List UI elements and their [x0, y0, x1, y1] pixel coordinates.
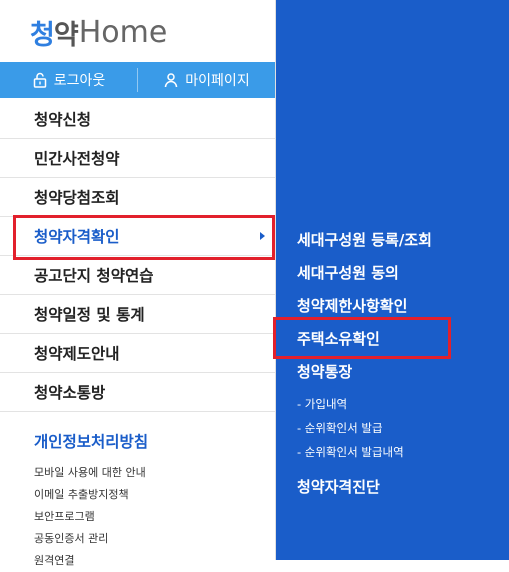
menu-item-label: 민간사전청약 [34, 150, 120, 168]
submenu-subitem-rank-certificate[interactable]: - 순위확인서 발급 [297, 420, 383, 436]
account-bar: 로그아웃 마이페이지 [0, 62, 275, 98]
mypage-button[interactable]: 마이페이지 [138, 62, 275, 98]
footer-link-security-program[interactable]: 보안프로그램 [34, 506, 146, 528]
menu-item-community[interactable]: 청약소통방 [0, 373, 275, 412]
menu-item-label: 청약신청 [34, 111, 92, 129]
unlock-icon [33, 72, 46, 88]
mypage-label: 마이페이지 [185, 73, 250, 89]
menu-item-schedule-stats[interactable]: 청약일정 및 통계 [0, 295, 275, 334]
menu-item-label: 공고단지 청약연습 [34, 267, 154, 285]
logo-text-yak: 약 [53, 19, 79, 51]
submenu-item-restriction-check[interactable]: 청약제한사항확인 [297, 295, 407, 316]
logout-label: 로그아웃 [53, 73, 106, 89]
menu-item-eligibility-check[interactable]: 청약자격확인 [0, 217, 275, 256]
menu-item-label: 청약제도안내 [34, 345, 120, 363]
logout-button[interactable]: 로그아웃 [0, 62, 137, 98]
user-icon [165, 73, 178, 88]
menu-item-winning-lookup[interactable]: 청약당첨조회 [0, 178, 275, 217]
menu-item-apply[interactable]: 청약신청 [0, 100, 275, 139]
submenu-item-eligibility-diagnosis[interactable]: 청약자격진단 [297, 476, 380, 497]
submenu-item-household-consent[interactable]: 세대구성원 동의 [297, 262, 399, 283]
caret-right-icon [260, 232, 265, 240]
logo-text-cheong: 청 [30, 19, 55, 51]
menu-item-label: 청약당첨조회 [34, 189, 120, 207]
footer-links: 모바일 사용에 대한 안내 이메일 추출방지정책 보안프로그램 공동인증서 관리… [34, 462, 146, 572]
footer-link-mobile-guide[interactable]: 모바일 사용에 대한 안내 [34, 462, 146, 484]
submenu-subitem-rank-certificate-history[interactable]: - 순위확인서 발급내역 [297, 444, 404, 460]
menu-item-label: 청약소통방 [34, 384, 106, 402]
site-logo[interactable]: 청 약 Home [30, 12, 167, 52]
menu-item-label: 청약자격확인 [34, 228, 120, 246]
main-menu: 청약신청 민간사전청약 청약당첨조회 청약자격확인 공고단지 청약연습 청약일정… [0, 100, 275, 412]
submenu-subitem-subscription-history[interactable]: - 가입내역 [297, 396, 347, 412]
submenu-item-account[interactable]: 청약통장 [297, 361, 352, 382]
logo-text-home: Home [78, 14, 168, 50]
privacy-policy-link[interactable]: 개인정보처리방침 [34, 430, 148, 452]
footer-link-email-policy[interactable]: 이메일 추출방지정책 [34, 484, 146, 506]
menu-item-private-pre-subscription[interactable]: 민간사전청약 [0, 139, 275, 178]
menu-item-label: 청약일정 및 통계 [34, 306, 145, 324]
submenu-item-house-ownership[interactable]: 주택소유확인 [297, 328, 380, 349]
menu-item-system-guide[interactable]: 청약제도안내 [0, 334, 275, 373]
footer-link-remote[interactable]: 원격연결 [34, 550, 146, 572]
submenu-item-household-register[interactable]: 세대구성원 등록/조회 [297, 229, 432, 250]
menu-item-practice[interactable]: 공고단지 청약연습 [0, 256, 275, 295]
footer-link-certificate[interactable]: 공동인증서 관리 [34, 528, 146, 550]
